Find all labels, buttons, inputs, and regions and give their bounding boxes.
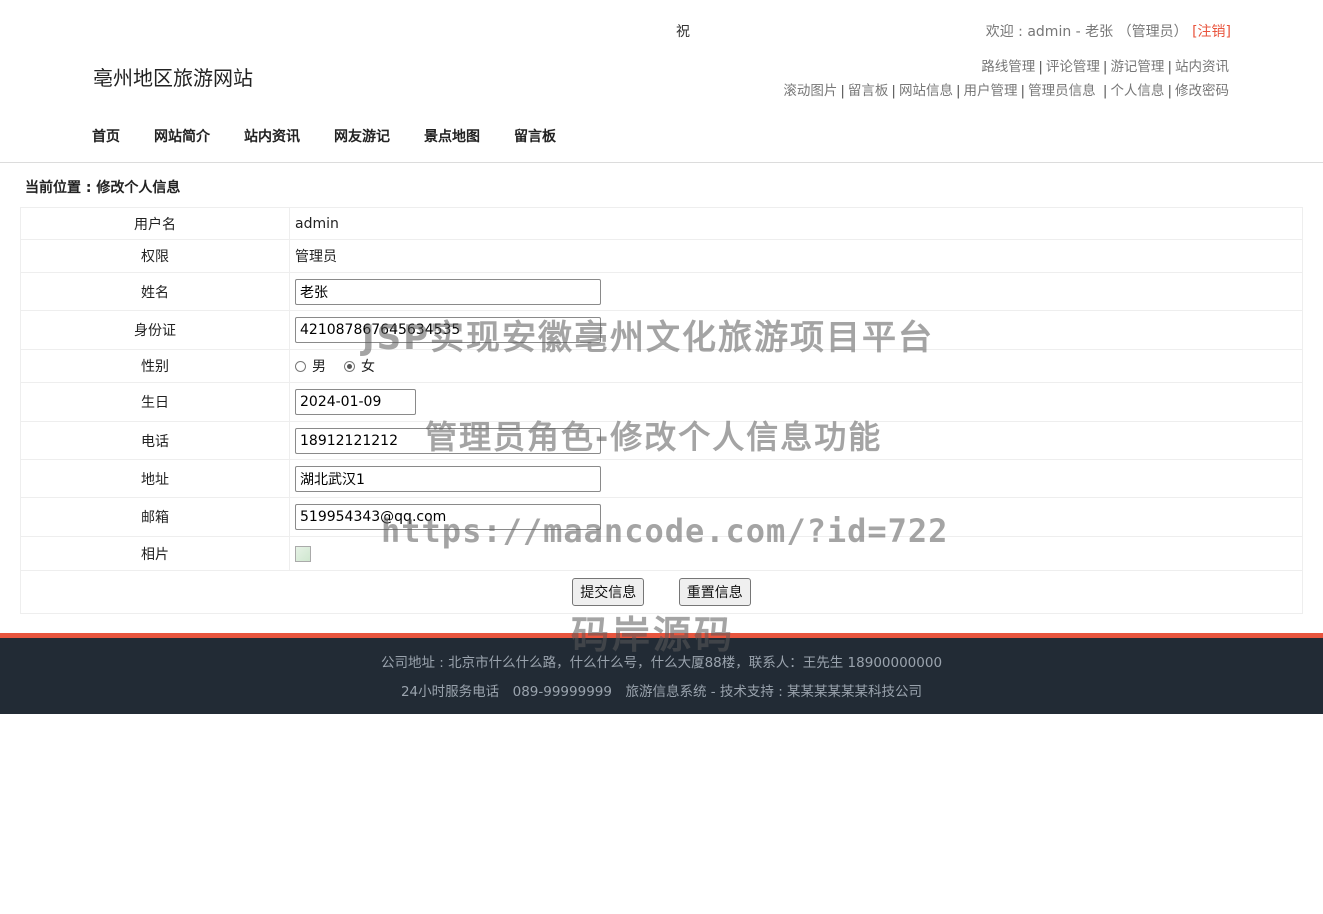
nav-travelogues[interactable]: 网友游记 bbox=[334, 126, 390, 146]
address-input[interactable] bbox=[295, 465, 601, 492]
admin-link-messages[interactable]: 留言板 bbox=[848, 83, 889, 99]
gender-radio-group: 男 女 bbox=[295, 356, 1297, 376]
form-row-address: 地址 bbox=[20, 459, 1303, 498]
name-label: 姓名 bbox=[20, 272, 290, 311]
gender-label: 性别 bbox=[20, 349, 290, 383]
phone-input[interactable] bbox=[295, 427, 601, 454]
gender-female-label: 女 bbox=[361, 359, 375, 375]
footer: 公司地址 : 北京市什么什么路，什么什么号，什么大厦88楼，联系人：王先生 18… bbox=[0, 638, 1323, 714]
admin-link-travelogue[interactable]: 游记管理 bbox=[1110, 59, 1164, 75]
admin-link-site-info[interactable]: 网站信息 bbox=[899, 83, 953, 99]
form-row-role: 权限 管理员 bbox=[20, 239, 1303, 273]
profile-form: 用户名 admin 权限 管理员 姓名 身份证 性别 男 女 生日 电话 地址 bbox=[20, 207, 1303, 614]
email-label: 邮箱 bbox=[20, 497, 290, 537]
gender-male-radio[interactable] bbox=[295, 360, 306, 372]
admin-link-carousel[interactable]: 滚动图片 bbox=[783, 83, 837, 99]
form-row-email: 邮箱 bbox=[20, 497, 1303, 537]
username-value: admin bbox=[289, 207, 1303, 240]
nav-map[interactable]: 景点地图 bbox=[424, 126, 480, 146]
welcome-bar: 欢迎 : admin - 老张 （管理员） [注销] bbox=[986, 21, 1231, 41]
address-label: 地址 bbox=[20, 459, 290, 498]
nav-home[interactable]: 首页 bbox=[92, 126, 120, 146]
form-row-actions: 提交信息 重置信息 bbox=[20, 570, 1303, 614]
reset-button[interactable]: 重置信息 bbox=[678, 578, 751, 606]
broken-image-icon[interactable] bbox=[295, 545, 311, 562]
admin-link-route[interactable]: 路线管理 bbox=[981, 59, 1035, 75]
submit-button[interactable]: 提交信息 bbox=[572, 578, 645, 606]
admin-link-password[interactable]: 修改密码 bbox=[1175, 83, 1229, 99]
logout-link[interactable]: [注销] bbox=[1192, 24, 1231, 40]
phone-label: 电话 bbox=[20, 421, 290, 460]
welcome-text: 欢迎 : admin - 老张 （管理员） bbox=[985, 24, 1188, 40]
admin-links-row1: 路线管理 | 评论管理 | 游记管理 | 站内资讯 bbox=[981, 59, 1229, 75]
header-divider bbox=[0, 162, 1323, 163]
footer-service: 24小时服务电话 089-99999999 旅游信息系统 - 技术支持 : 某某… bbox=[400, 684, 923, 700]
admin-link-comment[interactable]: 评论管理 bbox=[1046, 59, 1100, 75]
role-label: 权限 bbox=[20, 239, 290, 273]
form-row-id: 身份证 bbox=[20, 310, 1303, 350]
gender-female-radio[interactable] bbox=[344, 360, 355, 372]
photo-label: 相片 bbox=[20, 536, 290, 571]
form-row-username: 用户名 admin bbox=[20, 207, 1303, 240]
email-input[interactable] bbox=[295, 504, 601, 530]
form-row-name: 姓名 bbox=[20, 272, 1303, 311]
footer-address: 公司地址 : 北京市什么什么路，什么什么号，什么大厦88楼，联系人：王先生 18… bbox=[380, 655, 943, 671]
nav-messages[interactable]: 留言板 bbox=[514, 126, 556, 146]
site-title: 亳州地区旅游网站 bbox=[93, 66, 253, 90]
admin-link-news[interactable]: 站内资讯 bbox=[1175, 59, 1229, 75]
gender-male-label: 男 bbox=[312, 359, 326, 375]
birthday-input[interactable] bbox=[295, 389, 416, 415]
form-row-photo: 相片 bbox=[20, 536, 1303, 571]
admin-links-row2: 滚动图片 | 留言板 | 网站信息 | 用户管理 | 管理员信息 | 个人信息 | 修改密码 bbox=[783, 83, 1229, 99]
form-row-phone: 电话 bbox=[20, 421, 1303, 460]
nav-news[interactable]: 站内资讯 bbox=[244, 126, 300, 146]
marquee-text: 祝 bbox=[676, 24, 690, 40]
birthday-label: 生日 bbox=[20, 382, 290, 422]
breadcrumb: 当前位置 : 修改个人信息 bbox=[25, 180, 181, 196]
id-label: 身份证 bbox=[20, 310, 290, 350]
name-input[interactable] bbox=[295, 278, 601, 305]
nav-about[interactable]: 网站简介 bbox=[154, 126, 210, 146]
main-nav: 首页 网站简介 站内资讯 网友游记 景点地图 留言板 bbox=[92, 126, 590, 146]
admin-link-admins[interactable]: 管理员信息 bbox=[1028, 83, 1096, 99]
username-label: 用户名 bbox=[20, 207, 290, 240]
admin-link-users[interactable]: 用户管理 bbox=[964, 83, 1018, 99]
form-row-birthday: 生日 bbox=[20, 382, 1303, 422]
role-value: 管理员 bbox=[289, 239, 1303, 273]
id-card-input[interactable] bbox=[295, 317, 601, 343]
admin-link-profile[interactable]: 个人信息 bbox=[1110, 83, 1164, 99]
form-row-gender: 性别 男 女 bbox=[20, 349, 1303, 383]
